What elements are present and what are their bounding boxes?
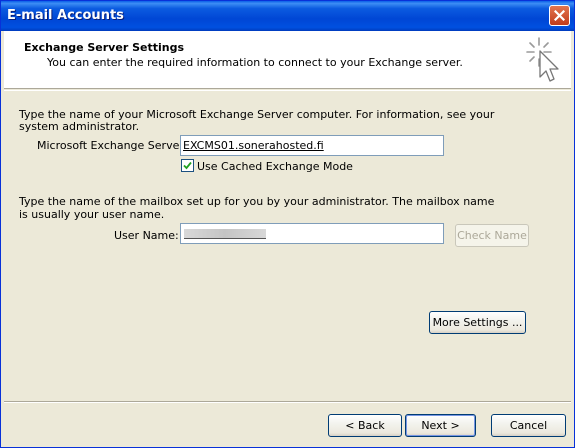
checkmark-icon xyxy=(183,161,192,170)
more-settings-button[interactable]: More Settings ... xyxy=(429,311,526,334)
back-button[interactable]: < Back xyxy=(328,414,402,437)
cached-mode-checkbox[interactable] xyxy=(181,159,194,172)
mailbox-instructions-line2: is usually your user name. xyxy=(19,208,165,221)
redacted-username xyxy=(184,229,266,239)
footer-divider-highlight xyxy=(4,402,571,403)
email-accounts-dialog: E-mail Accounts Exchange Server Settings… xyxy=(0,0,575,448)
username-input[interactable] xyxy=(180,223,444,244)
title-bar[interactable]: E-mail Accounts xyxy=(1,1,574,31)
server-label: Microsoft Exchange Server: xyxy=(37,139,188,152)
next-button[interactable]: Next > xyxy=(405,414,476,437)
server-instructions-line2: system administrator. xyxy=(19,120,140,133)
magic-wand-cursor-icon xyxy=(526,37,559,82)
exchange-server-input[interactable]: EXCMS01.sonerahosted.fi xyxy=(180,135,444,156)
cancel-button[interactable]: Cancel xyxy=(491,414,566,437)
close-icon xyxy=(554,10,565,21)
username-label: User Name: xyxy=(114,229,179,242)
header-panel: Exchange Server Settings You can enter t… xyxy=(4,31,571,89)
header-subtitle: You can enter the required information t… xyxy=(47,56,463,69)
header-title: Exchange Server Settings xyxy=(24,41,184,54)
check-name-button[interactable]: Check Name xyxy=(455,224,529,247)
header-divider xyxy=(4,90,571,91)
window-title: E-mail Accounts xyxy=(7,8,124,23)
cached-mode-label[interactable]: Use Cached Exchange Mode xyxy=(197,160,353,173)
close-button[interactable] xyxy=(549,5,570,26)
mailbox-instructions-line1: Type the name of the mailbox set up for … xyxy=(19,195,495,208)
exchange-server-value: EXCMS01.sonerahosted.fi xyxy=(183,139,324,152)
